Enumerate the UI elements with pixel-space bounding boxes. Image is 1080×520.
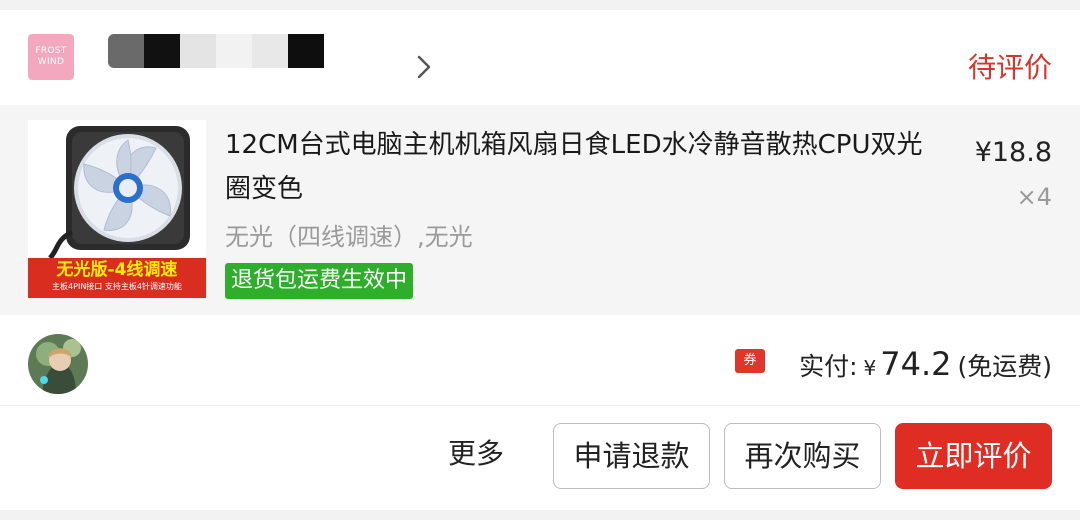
order-status: 待评价	[967, 51, 1052, 84]
avatar[interactable]	[28, 334, 88, 394]
avatar-image	[28, 334, 88, 394]
thumbnail-banner: 无光版-4线调速 主板4PIN接口 支持主板4针调速功能	[28, 258, 206, 298]
order-item[interactable]: 无光版-4线调速 主板4PIN接口 支持主板4针调速功能 12CM台式电脑主机机…	[0, 105, 1080, 315]
payment-total: 实付: ¥ 74.2 (免运费)	[799, 345, 1052, 385]
product-sku: 无光（四线调速）,无光	[225, 223, 473, 251]
redaction-block	[144, 34, 180, 68]
rebuy-button[interactable]: 再次购买	[724, 423, 881, 489]
refund-button[interactable]: 申请退款	[553, 423, 710, 489]
product-thumbnail[interactable]: 无光版-4线调速 主板4PIN接口 支持主板4针调速功能	[28, 120, 206, 298]
thumbnail-banner-title: 无光版-4线调速	[56, 260, 178, 280]
payment-currency: ¥	[863, 356, 877, 380]
more-button[interactable]: 更多	[448, 434, 504, 474]
chevron-right-icon[interactable]	[414, 54, 434, 80]
store-logo-line2: WIND	[37, 57, 65, 67]
return-shipping-badge: 退货包运费生效中	[225, 263, 414, 299]
order-card: FROST WIND 待评价 无光版-4线调速 主板4PIN接口 支持主板4针调…	[0, 10, 1080, 510]
store-logo[interactable]: FROST WIND	[28, 34, 74, 80]
redaction-block	[252, 34, 288, 68]
store-name-redacted[interactable]	[108, 34, 324, 68]
redaction-block	[288, 34, 324, 68]
coupon-icon[interactable]: 券	[735, 349, 765, 373]
redaction-block	[108, 34, 144, 68]
quantity: ×4	[1016, 183, 1052, 211]
redaction-block	[216, 34, 252, 68]
review-button[interactable]: 立即评价	[895, 423, 1052, 489]
payment-amount: 74.2	[880, 345, 952, 383]
payment-row: 券 实付: ¥ 74.2 (免运费)	[0, 315, 1080, 406]
shipping-note: (免运费)	[957, 352, 1052, 381]
unit-price: ¥18.8	[974, 137, 1052, 168]
payment-label: 实付:	[799, 352, 858, 381]
action-bar: 更多 申请退款 再次购买 立即评价	[0, 406, 1080, 510]
store-logo-line1: FROST	[35, 46, 67, 56]
product-title[interactable]: 12CM台式电脑主机机箱风扇日食LED水冷静音散热CPU双光圈变色	[225, 123, 925, 211]
order-header: FROST WIND 待评价	[0, 10, 1080, 105]
redaction-block	[180, 34, 216, 68]
thumbnail-banner-subtitle: 主板4PIN接口 支持主板4针调速功能	[52, 282, 182, 291]
